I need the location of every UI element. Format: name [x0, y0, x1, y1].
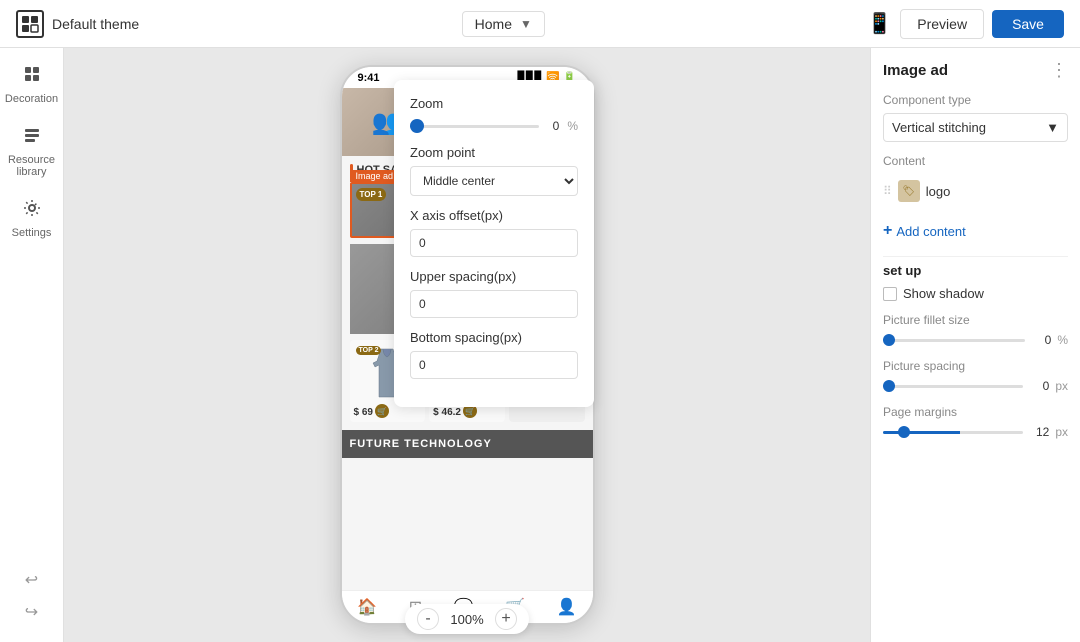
fillet-slider[interactable] — [883, 339, 1025, 342]
mobile-icon: 📱 — [867, 11, 892, 36]
topbar-left: Default theme — [16, 10, 139, 38]
zoom-slider[interactable] — [410, 125, 539, 128]
panel-title: Image ad — [883, 62, 948, 79]
show-shadow-row: Show shadow — [883, 286, 1068, 301]
zoom-label: Zoom — [410, 96, 578, 111]
nav-selector[interactable]: Home ▼ — [462, 11, 545, 37]
page-margins-label: Page margins — [883, 405, 1068, 419]
image-ad-label: Image ad — [350, 170, 400, 182]
spacing-unit: px — [1055, 379, 1068, 393]
panel-header: Image ad ⋮ — [883, 60, 1068, 81]
fillet-unit: % — [1057, 333, 1068, 347]
add-content-label: Add content — [896, 224, 965, 239]
bottom-spacing-input[interactable] — [410, 351, 578, 379]
content-label: Content — [883, 154, 1068, 168]
spacing-slider-row: 0 px — [883, 379, 1068, 393]
nav-chevron-icon: ▼ — [520, 17, 532, 31]
nav-home-icon[interactable]: 🏠 — [357, 597, 377, 617]
logo-name: logo — [926, 184, 951, 199]
product-cart-1[interactable]: 🛒 — [375, 404, 389, 418]
content-section: Content ⠿ 🏷 logo — [883, 154, 1068, 206]
margins-slider-row: 12 px — [883, 425, 1068, 439]
zoom-minus-button[interactable]: - — [417, 608, 439, 630]
sidebar-item-resource[interactable]: Resource library — [4, 117, 60, 186]
product-price-1: $ 69 — [354, 407, 373, 418]
sidebar-item-decoration[interactable]: Decoration — [4, 56, 60, 113]
show-shadow-label: Show shadow — [903, 286, 984, 301]
zoom-value: 0 — [547, 119, 559, 133]
nav-user-icon[interactable]: 👤 — [557, 597, 577, 617]
zoom-unit: % — [567, 119, 578, 133]
spacing-label: Picture spacing — [883, 359, 1068, 373]
settings-icon — [22, 198, 42, 223]
topbar-right: 📱 Preview Save — [867, 9, 1064, 39]
ad-top-badge: TOP 1 — [356, 188, 387, 201]
setup-label: set up — [883, 263, 1068, 278]
status-time: 9:41 — [358, 72, 380, 84]
content-item-logo: ⠿ 🏷 logo — [883, 176, 1068, 206]
margins-value: 12 — [1029, 425, 1049, 439]
nav-label: Home — [475, 16, 512, 32]
component-type-select[interactable]: Vertical stitching ▼ — [883, 113, 1068, 142]
sidebar-item-settings[interactable]: Settings — [4, 190, 60, 247]
future-text: FUTURE TECHNOLOGY — [350, 438, 492, 450]
spacing-slider[interactable] — [883, 385, 1023, 388]
resource-icon — [22, 125, 42, 150]
app-title: Default theme — [52, 16, 139, 32]
margins-unit: px — [1055, 425, 1068, 439]
margins-slider[interactable] — [883, 431, 1023, 434]
resource-label: Resource library — [8, 154, 56, 178]
app-logo — [16, 10, 44, 38]
show-shadow-checkbox[interactable] — [883, 287, 897, 301]
add-icon: + — [883, 222, 892, 240]
left-sidebar: Decoration Resource library Settings ↩ ↪ — [0, 48, 64, 642]
zoom-percent: 100% — [447, 612, 487, 627]
fillet-label: Picture fillet size — [883, 313, 1068, 327]
preview-button[interactable]: Preview — [900, 9, 984, 39]
logo-thumbnail: 🏷 — [898, 180, 920, 202]
right-panel: Image ad ⋮ Component type Vertical stitc… — [870, 48, 1080, 642]
decoration-label: Decoration — [5, 93, 58, 105]
component-type-value: Vertical stitching — [892, 120, 986, 135]
upper-spacing-label: Upper spacing(px) — [410, 269, 578, 284]
decoration-icon — [22, 64, 42, 89]
undo-button[interactable]: ↩ — [21, 566, 42, 594]
zoom-plus-button[interactable]: + — [495, 608, 517, 630]
drag-handle-icon[interactable]: ⠿ — [883, 184, 892, 198]
x-offset-label: X axis offset(px) — [410, 208, 578, 223]
divider-1 — [883, 256, 1068, 257]
product-badge-1: TOP 2 — [356, 346, 382, 355]
save-button[interactable]: Save — [992, 10, 1064, 38]
component-type-label: Component type — [883, 93, 1068, 107]
bottom-spacing-label: Bottom spacing(px) — [410, 330, 578, 345]
future-section: FUTURE TECHNOLOGY — [342, 430, 593, 458]
upper-spacing-input[interactable] — [410, 290, 578, 318]
fillet-value: 0 — [1031, 333, 1051, 347]
topbar: Default theme Home ▼ 📱 Preview Save — [0, 0, 1080, 48]
zoom-point-select[interactable]: Middle center — [410, 166, 578, 196]
zoom-panel: Zoom 0 % Zoom point Middle center X axis… — [394, 80, 594, 407]
zoom-row: 0 % — [410, 119, 578, 133]
settings-label: Settings — [12, 227, 52, 239]
fillet-slider-row: 0 % — [883, 333, 1068, 347]
zoom-bar: - 100% + — [405, 604, 529, 634]
canvas-area: 9:41 ▊▊▊ 🛜 🔋 👥 Click ▶ 🍊 — [64, 48, 870, 642]
x-offset-input[interactable] — [410, 229, 578, 257]
sidebar-bottom: ↩ ↪ — [21, 566, 42, 634]
main-layout: Decoration Resource library Settings ↩ ↪… — [0, 48, 1080, 642]
product-price-2: $ 46.2 — [433, 407, 461, 418]
panel-more-icon[interactable]: ⋮ — [1050, 60, 1068, 81]
zoom-point-label: Zoom point — [410, 145, 578, 160]
spacing-value: 0 — [1029, 379, 1049, 393]
redo-button[interactable]: ↪ — [21, 598, 42, 626]
component-type-chevron: ▼ — [1046, 120, 1059, 135]
add-content-button[interactable]: + Add content — [883, 218, 1068, 244]
